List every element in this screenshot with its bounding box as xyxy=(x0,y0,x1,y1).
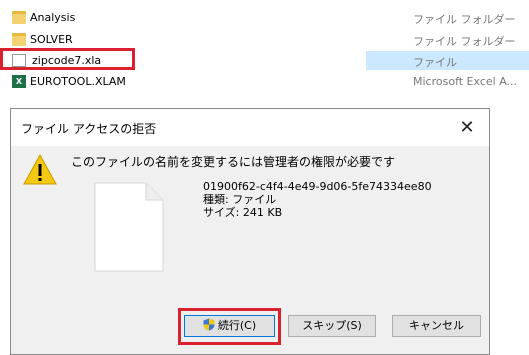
list-item-solver[interactable]: SOLVER ファイル フォルダー xyxy=(0,30,529,50)
rename-highlight-box xyxy=(0,48,135,70)
close-icon: ✕ xyxy=(459,117,475,138)
file-type: ファイル フォルダー xyxy=(413,13,516,26)
file-preview-icon xyxy=(94,182,164,272)
close-button[interactable]: ✕ xyxy=(445,109,489,146)
file-info: 01900f62-c4f4-4e49-9d06-5fe74334ee80 種類:… xyxy=(203,180,432,219)
list-item-eurotool[interactable]: X EUROTOOL.XLAM Microsoft Excel A... xyxy=(0,72,529,92)
file-name: SOLVER xyxy=(30,33,73,46)
file-name: Analysis xyxy=(30,11,76,24)
file-info-type: 種類: ファイル xyxy=(203,193,277,206)
file-info-name: 01900f62-c4f4-4e49-9d06-5fe74334ee80 xyxy=(203,180,432,193)
skip-button[interactable]: スキップ(S) xyxy=(288,315,376,337)
admin-shield-icon xyxy=(203,318,215,331)
file-type: ファイル xyxy=(413,56,457,69)
folder-icon xyxy=(12,11,26,24)
cancel-button[interactable]: キャンセル xyxy=(392,315,481,337)
continue-button[interactable]: 続行(C) xyxy=(184,315,275,337)
warning-icon xyxy=(23,153,57,185)
dialog-titlebar[interactable]: ファイル アクセスの拒否 ✕ xyxy=(11,109,489,146)
excel-icon: X xyxy=(12,75,26,88)
list-item-analysis[interactable]: Analysis ファイル フォルダー xyxy=(0,8,529,28)
access-denied-dialog: ファイル アクセスの拒否 ✕ このファイルの名前を変更するには管理者の権限が必要… xyxy=(10,108,490,355)
dialog-message: このファイルの名前を変更するには管理者の権限が必要です xyxy=(71,155,396,169)
file-name: EUROTOOL.XLAM xyxy=(30,75,126,88)
dialog-title: ファイル アクセスの拒否 xyxy=(21,122,157,136)
file-type: ファイル フォルダー xyxy=(413,35,516,48)
continue-label: 続行(C) xyxy=(217,319,257,332)
file-info-size: サイズ: 241 KB xyxy=(203,206,283,219)
folder-icon xyxy=(12,33,26,46)
file-type: Microsoft Excel A... xyxy=(413,75,518,88)
